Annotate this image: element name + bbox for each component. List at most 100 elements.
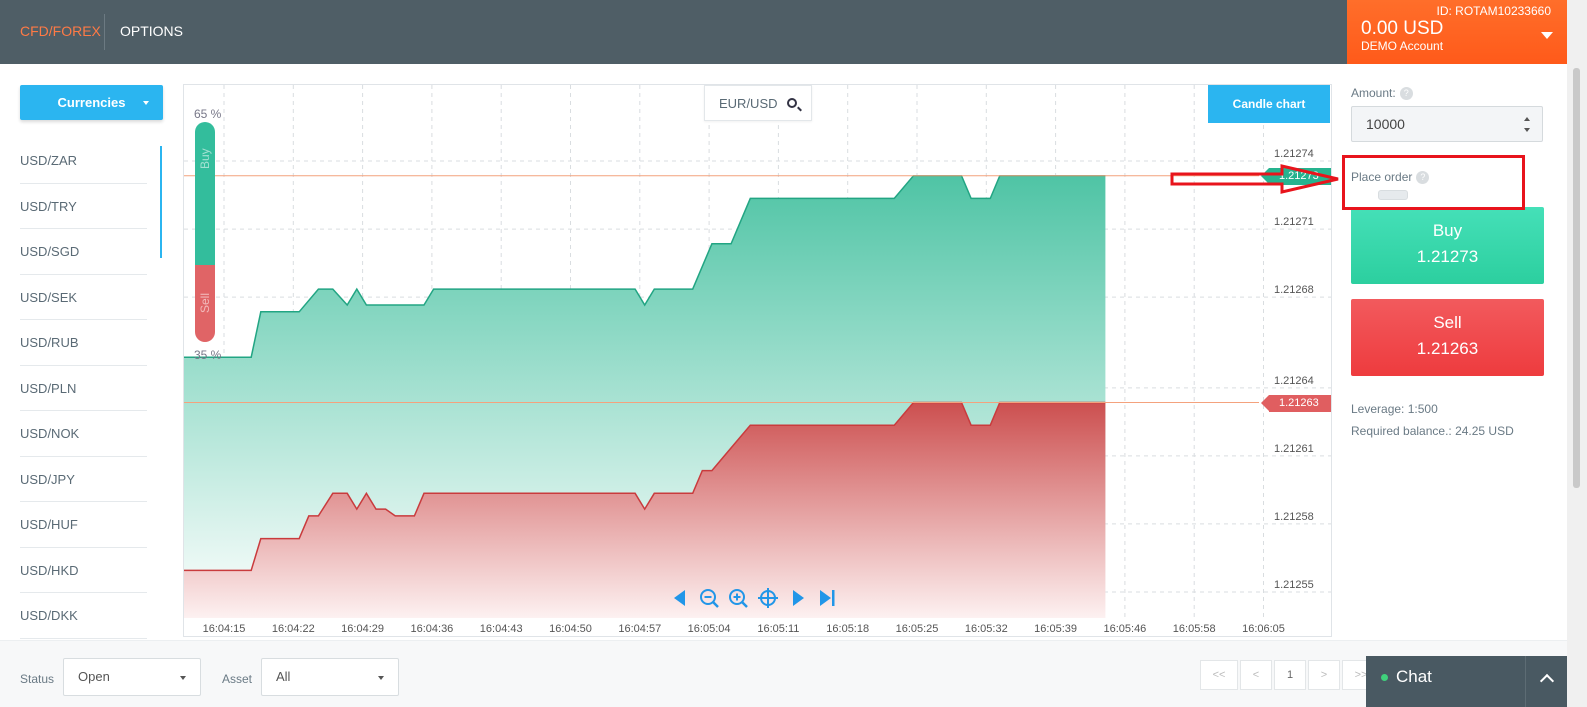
pair-list-item[interactable]: USD/SGD <box>20 229 147 275</box>
scroll-left-icon[interactable] <box>669 587 691 609</box>
pagination-first[interactable]: << <box>1200 660 1238 690</box>
caret-down-icon <box>378 676 384 680</box>
price-chart[interactable]: 1.21274 1.21271 1.21268 1.21264 1.21261 1.212… <box>183 84 1332 637</box>
buy-percentage: 65 % <box>194 107 222 121</box>
chat-widget[interactable]: Chat <box>1366 656 1567 707</box>
help-icon[interactable]: ? <box>1399 87 1413 101</box>
buy-button-price: 1.21273 <box>1416 247 1479 266</box>
x-tick-label: 16:05:04 <box>688 623 731 635</box>
account-type: DEMO Account <box>1361 39 1444 53</box>
account-id: ID: ROTAM10233660 <box>1436 4 1552 18</box>
pair-list-item[interactable]: USD/TRY <box>20 184 147 229</box>
pair-list-item[interactable]: USD/DKK <box>20 593 147 639</box>
pair-list-item[interactable]: USD/NOK <box>20 411 147 457</box>
currency-pair-list: USD/ZAR USD/TRY USD/SGD USD/SEK USD/RUB … <box>20 138 147 639</box>
caret-down-icon <box>143 101 149 105</box>
x-tick-label: 16:05:11 <box>757 623 799 635</box>
sell-percentage: 35 % <box>194 348 222 362</box>
tab-cfd-forex[interactable]: CFD/FOREX <box>20 0 101 64</box>
annotation-highlight-box <box>1342 155 1525 210</box>
sell-button-price: 1.21263 <box>1416 339 1479 358</box>
x-axis-labels: 16:04:15 16:04:22 16:04:29 16:04:36 16:04:43… <box>203 623 1285 635</box>
account-menu[interactable]: ID: ROTAM10233660 0.00 USD DEMO Account <box>1347 0 1567 64</box>
annotation-arrow-icon <box>1170 164 1339 194</box>
scrollbar-thumb[interactable] <box>1573 68 1580 488</box>
required-balance-info: Required balance.: 24.25 USD <box>1351 424 1514 438</box>
pair-list-item[interactable]: USD/PLN <box>20 366 147 411</box>
x-tick-label: 16:05:39 <box>1034 623 1077 635</box>
x-tick-label: 16:05:25 <box>896 623 939 635</box>
center-icon[interactable] <box>757 587 779 609</box>
gauge-buy-label: Buy <box>198 148 212 169</box>
buy-button-label: Buy <box>1432 221 1463 240</box>
zoom-in-icon[interactable] <box>727 587 749 609</box>
pair-list-item[interactable]: USD/RUB <box>20 320 147 366</box>
sell-button-label: Sell <box>1433 313 1462 332</box>
pair-list-item[interactable]: USD/HKD <box>20 548 147 593</box>
amount-value: 10000 <box>1366 116 1405 132</box>
x-tick-label: 16:06:05 <box>1242 623 1285 635</box>
gauge-sell-label: Sell <box>198 292 212 313</box>
x-tick-label: 16:04:29 <box>341 623 384 635</box>
pair-list-item[interactable]: USD/ZAR <box>20 138 147 184</box>
sentiment-gauge: Buy Sell <box>195 122 215 342</box>
pagination-page[interactable]: 1 <box>1274 660 1306 690</box>
y-tick-label: 1.21268 <box>1274 284 1314 296</box>
chart-canvas: 1.21274 1.21271 1.21268 1.21264 1.21261 1.212… <box>184 85 1331 635</box>
jump-to-end-icon[interactable] <box>816 587 838 609</box>
x-tick-label: 16:04:50 <box>549 623 592 635</box>
pair-list-item[interactable]: USD/SEK <box>20 275 147 320</box>
asset-select[interactable]: All <box>261 658 399 696</box>
amount-label: Amount:? <box>1351 86 1413 101</box>
asset-filter-label: Asset <box>222 672 253 686</box>
x-tick-label: 16:04:36 <box>410 623 453 635</box>
currencies-dropdown-button[interactable]: Currencies <box>20 85 163 120</box>
account-balance: 0.00 USD <box>1361 18 1444 39</box>
chevron-up-icon[interactable] <box>1525 656 1567 707</box>
top-bar: CFD/FOREX OPTIONS ID: ROTAM10233660 0.00… <box>0 0 1587 64</box>
page-scrollbar[interactable] <box>1567 64 1587 707</box>
chat-label: Chat <box>1396 667 1432 686</box>
amount-input[interactable]: 10000 <box>1351 106 1543 142</box>
status-filter-label: Status <box>20 672 55 686</box>
caret-down-icon <box>180 676 186 680</box>
decrement-icon[interactable] <box>1524 128 1530 132</box>
y-tick-label: 1.21271 <box>1274 216 1314 228</box>
chevron-down-icon[interactable] <box>1541 32 1553 39</box>
pagination-next[interactable]: > <box>1308 660 1340 690</box>
y-tick-label: 1.21258 <box>1274 511 1314 523</box>
x-tick-label: 16:04:15 <box>203 623 246 635</box>
pair-list-item[interactable]: USD/JPY <box>20 457 147 502</box>
currencies-button-label: Currencies <box>57 95 126 110</box>
y-tick-label: 1.21264 <box>1274 375 1314 387</box>
tab-options[interactable]: OPTIONS <box>120 0 183 64</box>
leverage-info: Leverage: 1:500 <box>1351 402 1438 416</box>
x-tick-label: 16:05:18 <box>826 623 869 635</box>
x-tick-label: 16:05:32 <box>965 623 1008 635</box>
scroll-right-icon[interactable] <box>787 587 809 609</box>
scrollbar-track <box>1567 0 1587 64</box>
candle-chart-button[interactable]: Candle chart <box>1208 85 1330 123</box>
chart-series <box>184 174 1106 618</box>
amount-label-text: Amount: <box>1351 86 1396 100</box>
zoom-out-icon[interactable] <box>698 587 720 609</box>
sell-button[interactable]: Sell 1.21263 <box>1351 299 1544 376</box>
gauge-buy-segment <box>195 122 215 265</box>
y-axis-labels: 1.21274 1.21271 1.21268 1.21264 1.21261 1.212… <box>1274 148 1314 591</box>
y-tick-label: 1.21274 <box>1274 148 1314 160</box>
x-tick-label: 16:04:22 <box>272 623 315 635</box>
asset-select-value: All <box>276 669 291 684</box>
status-select[interactable]: Open <box>63 658 201 696</box>
x-tick-label: 16:05:46 <box>1103 623 1146 635</box>
tab-divider <box>104 14 105 50</box>
status-select-value: Open <box>78 669 110 684</box>
pair-list-item[interactable]: USD/HUF <box>20 502 147 548</box>
pair-search-button[interactable]: EUR/USD <box>704 85 812 121</box>
buy-button[interactable]: Buy 1.21273 <box>1351 207 1544 284</box>
increment-icon[interactable] <box>1524 117 1530 121</box>
pair-list-scrollbar[interactable] <box>160 146 162 258</box>
x-tick-label: 16:04:43 <box>480 623 523 635</box>
y-tick-label: 1.21261 <box>1274 443 1314 455</box>
search-icon <box>787 98 797 108</box>
pagination-prev[interactable]: < <box>1240 660 1272 690</box>
